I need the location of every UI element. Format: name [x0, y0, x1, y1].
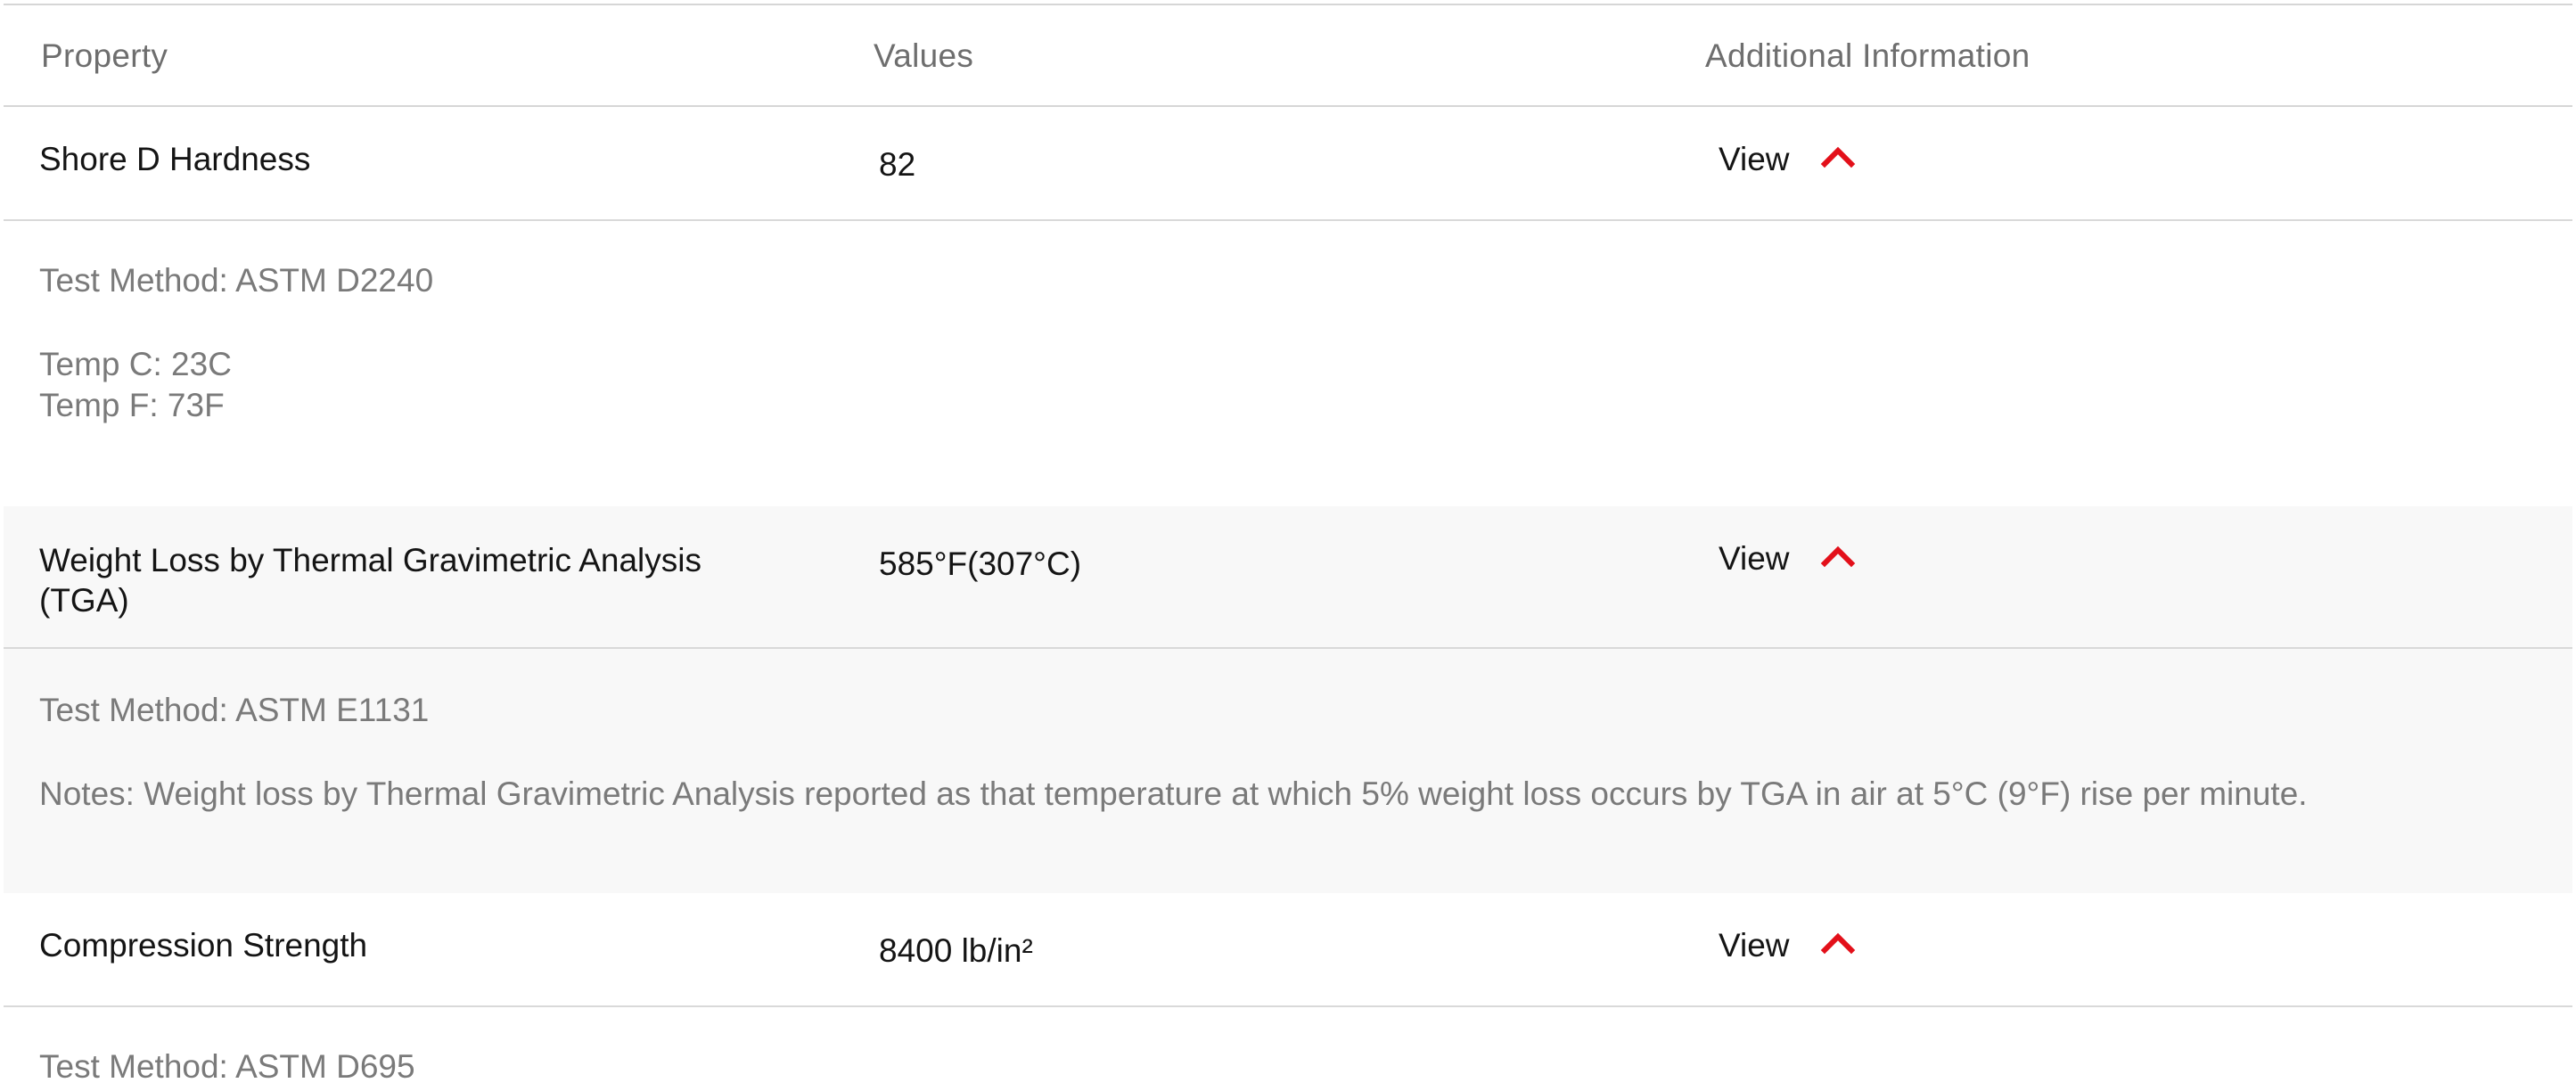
view-toggle-button[interactable]: View [1719, 540, 1856, 578]
row-details-weight-loss-tga: Test Method: ASTM E1131 Notes: Weight lo… [4, 649, 2572, 893]
view-label: View [1719, 927, 1790, 964]
row-value: 8400 lb/in² [879, 932, 1033, 969]
row-value: 585°F(307°C) [879, 546, 1082, 582]
detail-temp-f: Temp F: 73F [39, 387, 225, 423]
row-details-compression-strength: Test Method: ASTM D695 [4, 1007, 2572, 1091]
view-toggle-button[interactable]: View [1719, 141, 1856, 178]
table-row-compression-strength: Compression Strength 8400 lb/in² View [4, 893, 2572, 1007]
detail-test-method: Test Method: ASTM E1131 [39, 692, 430, 728]
view-toggle-button[interactable]: View [1719, 927, 1856, 964]
table-header: Property Values Additional Information [4, 5, 2572, 107]
detail-test-method: Test Method: ASTM D2240 [39, 262, 434, 299]
column-header-property: Property [41, 37, 168, 74]
row-property-name: Compression Strength [39, 927, 368, 964]
chevron-up-icon [1820, 546, 1855, 568]
chevron-up-icon [1820, 146, 1855, 168]
row-property-name: Weight Loss by Thermal Gravimetric Analy… [39, 542, 701, 619]
detail-temp-c: Temp C: 23C [39, 346, 232, 382]
row-value: 82 [879, 146, 916, 183]
table-row-weight-loss-tga: Weight Loss by Thermal Gravimetric Analy… [4, 506, 2572, 649]
column-header-values: Values [874, 37, 974, 74]
chevron-up-icon [1820, 932, 1855, 955]
row-property-name: Shore D Hardness [39, 141, 311, 177]
properties-page: Property Values Additional Information S… [0, 0, 2576, 1091]
table-row-shore-d-hardness: Shore D Hardness 82 View [4, 107, 2572, 221]
detail-test-method: Test Method: ASTM D695 [39, 1048, 415, 1085]
view-label: View [1719, 141, 1790, 177]
view-label: View [1719, 540, 1790, 577]
column-header-additional-information: Additional Information [1705, 37, 2030, 74]
detail-notes: Notes: Weight loss by Thermal Gravimetri… [39, 775, 2308, 812]
row-details-shore-d-hardness: Test Method: ASTM D2240 Temp C: 23C Temp… [4, 221, 2572, 506]
